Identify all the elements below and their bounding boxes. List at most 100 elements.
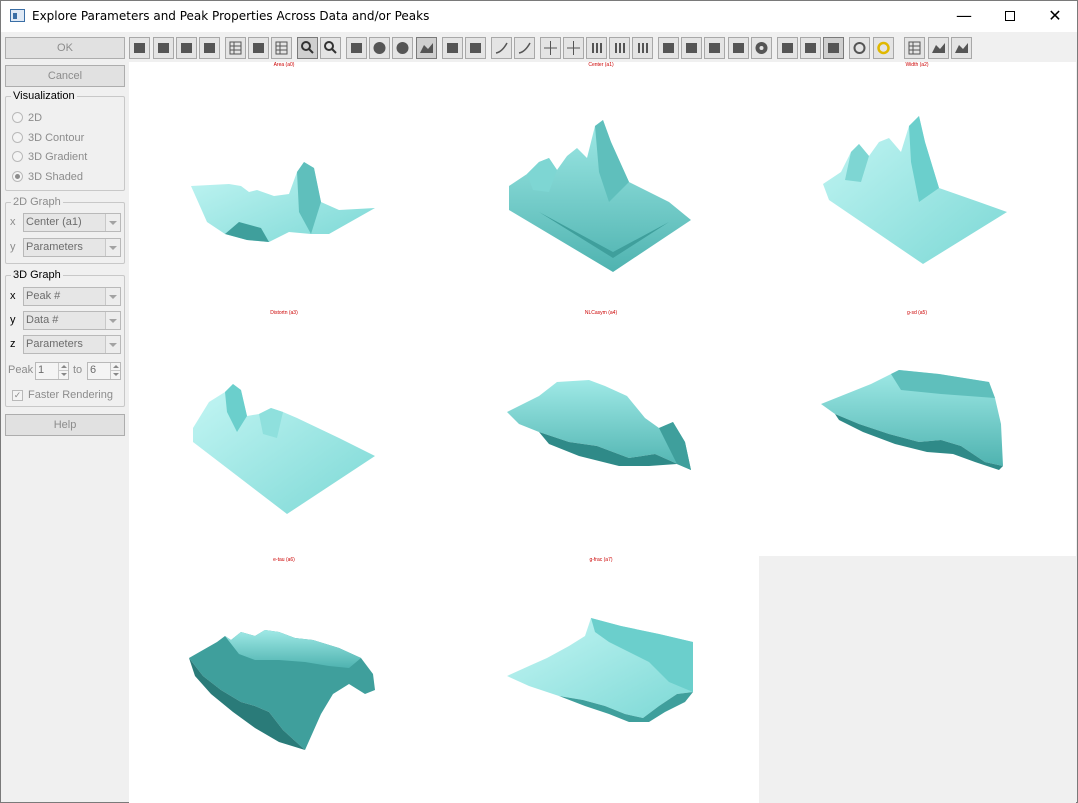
z-axis-label-3d: z xyxy=(10,338,16,350)
peak-from-spinner[interactable]: 1 xyxy=(35,362,69,380)
surface-width-plot xyxy=(823,116,1007,264)
print-button[interactable] xyxy=(129,37,150,59)
y-axis-label-2d: y xyxy=(10,241,16,253)
rotate-button[interactable] xyxy=(849,37,870,59)
x-select-3d[interactable]: Peak # xyxy=(23,287,121,306)
solid2-button[interactable] xyxy=(800,37,821,59)
print-icon xyxy=(134,43,145,53)
surface-g-frac-plot xyxy=(507,618,693,722)
axis-box-icon xyxy=(470,43,481,53)
rotate-icon xyxy=(853,42,866,54)
chevron-down-icon xyxy=(105,239,120,256)
cancel-button[interactable]: Cancel xyxy=(5,65,125,87)
vertical-bar-icon xyxy=(828,43,839,53)
radio-3d-contour[interactable]: 3D Contour xyxy=(12,129,122,147)
spin-down-icon[interactable] xyxy=(110,371,120,379)
lines2-icon xyxy=(638,43,648,53)
clipboard-icon xyxy=(158,43,169,53)
font-button[interactable] xyxy=(728,37,749,59)
wire-surface-icon xyxy=(955,43,968,53)
surface-plots-canvas[interactable] xyxy=(129,62,1076,803)
surface-distortn-plot xyxy=(193,384,375,514)
visualization-label: Visualization xyxy=(11,89,77,103)
grid-small-icon xyxy=(229,41,242,55)
minimize-button[interactable]: — xyxy=(941,1,987,32)
binoculars-button[interactable] xyxy=(658,37,679,59)
to-label: to xyxy=(73,364,83,376)
lines2-button[interactable] xyxy=(632,37,653,59)
help-button[interactable]: Help xyxy=(5,414,125,436)
bars-button[interactable] xyxy=(586,37,607,59)
target-icon xyxy=(755,42,768,54)
save-button[interactable] xyxy=(176,37,197,59)
plot-area: Area (a0) Center (a1) Width (a2) Distort… xyxy=(129,62,1076,803)
graph-2d-group: 2D Graph x Center (a1) y Parameters xyxy=(5,195,125,264)
axis-plus-icon xyxy=(447,43,458,53)
grid-small-button[interactable] xyxy=(225,37,246,59)
crosshair2-icon xyxy=(567,41,580,55)
lines-button[interactable] xyxy=(609,37,630,59)
blob-button[interactable] xyxy=(369,37,390,59)
graph-2d-label: 2D Graph xyxy=(11,195,63,209)
curve-icon xyxy=(495,42,508,54)
table-grid-button[interactable] xyxy=(271,37,292,59)
window-title: Explore Parameters and Peak Properties A… xyxy=(32,9,430,23)
grid-dots-button[interactable] xyxy=(904,37,925,59)
clipboard-button[interactable] xyxy=(153,37,174,59)
x-axis-label-2d: x xyxy=(10,216,16,228)
z-select-3d[interactable]: Parameters xyxy=(23,335,121,354)
zoom-in-button[interactable] xyxy=(297,37,318,59)
rotate-yellow-icon xyxy=(877,41,890,55)
curve2-button[interactable] xyxy=(514,37,535,59)
zoom-out-icon xyxy=(324,41,337,54)
radio-3d-gradient[interactable]: 3D Gradient xyxy=(12,148,122,166)
y-select-2d[interactable]: Parameters xyxy=(23,238,121,257)
zoom-out-button[interactable] xyxy=(320,37,341,59)
monitor-button[interactable] xyxy=(704,37,725,59)
radio-3d-shaded[interactable]: 3D Shaded xyxy=(12,168,122,186)
spin-up-icon[interactable] xyxy=(58,363,68,371)
solid-button[interactable] xyxy=(777,37,798,59)
peak-to-spinner[interactable]: 6 xyxy=(87,362,121,380)
scatter-button[interactable] xyxy=(681,37,702,59)
ok-button[interactable]: OK xyxy=(5,37,125,59)
app-icon xyxy=(10,9,25,22)
axis-box-button[interactable] xyxy=(465,37,486,59)
solid-icon xyxy=(782,43,793,53)
vertical-bar-button[interactable] xyxy=(823,37,844,59)
spin-up-icon[interactable] xyxy=(110,363,120,371)
crosshair2-button[interactable] xyxy=(563,37,584,59)
maximize-icon xyxy=(1005,11,1015,21)
box-button[interactable] xyxy=(346,37,367,59)
zoom-in-icon xyxy=(301,41,314,54)
word-button[interactable] xyxy=(199,37,220,59)
chevron-down-icon xyxy=(105,288,120,305)
visualization-group: Visualization 2D 3D Contour 3D Gradient … xyxy=(5,89,125,191)
square-button[interactable] xyxy=(248,37,269,59)
y-axis-label-3d: y xyxy=(10,314,16,326)
target-button[interactable] xyxy=(751,37,772,59)
axis-plus-button[interactable] xyxy=(442,37,463,59)
surface-button[interactable] xyxy=(416,37,437,59)
scatter-icon xyxy=(686,43,697,53)
y-select-3d[interactable]: Data # xyxy=(23,311,121,330)
graph-3d-label: 3D Graph xyxy=(11,268,63,282)
radio-2d[interactable]: 2D xyxy=(12,109,122,127)
title-bar: Explore Parameters and Peak Properties A… xyxy=(1,1,1077,32)
toolbar xyxy=(129,37,1077,61)
curve-button[interactable] xyxy=(491,37,512,59)
graph-3d-group: 3D Graph x Peak # y Data # z Parameters … xyxy=(5,268,125,407)
square-icon xyxy=(253,43,264,53)
terrain-button[interactable] xyxy=(928,37,949,59)
x-select-2d[interactable]: Center (a1) xyxy=(23,213,121,232)
spin-down-icon[interactable] xyxy=(58,371,68,379)
surface-g-sd-plot xyxy=(821,370,1003,470)
maximize-button[interactable] xyxy=(987,1,1033,32)
wire-surface-button[interactable] xyxy=(951,37,972,59)
blob-icon xyxy=(373,42,386,54)
rotate-yellow-button[interactable] xyxy=(873,37,894,59)
close-button[interactable]: ✕ xyxy=(1032,1,1078,32)
shape-button[interactable] xyxy=(392,37,413,59)
crosshair-button[interactable] xyxy=(540,37,561,59)
terrain-icon xyxy=(932,43,945,53)
